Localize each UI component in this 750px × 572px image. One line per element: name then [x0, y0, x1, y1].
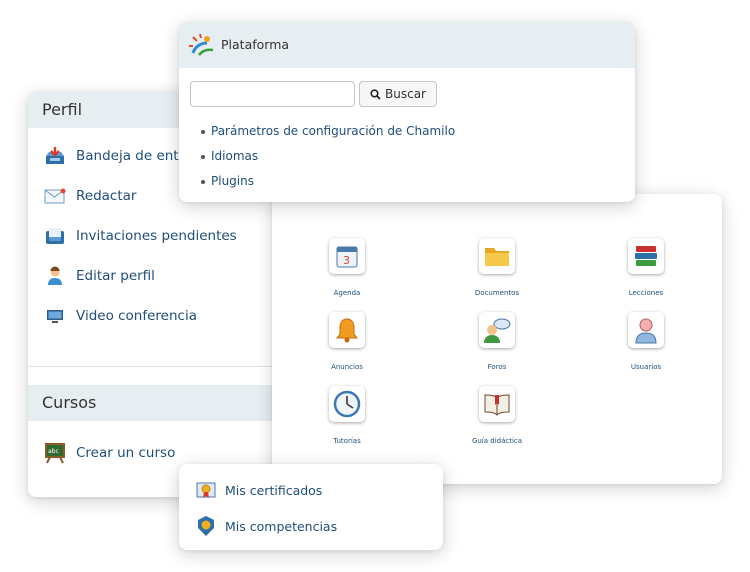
plataforma-links: Parámetros de configuración de Chamilo I…: [179, 119, 635, 194]
menu-item-edit-profile[interactable]: Editar perfil: [28, 256, 273, 296]
certificados-panel: Mis certificados Mis competencias: [179, 464, 443, 550]
menu-item-label: Redactar: [76, 188, 137, 204]
plataforma-title: Plataforma: [221, 37, 290, 52]
certificate-icon: [195, 479, 217, 501]
search-button-label: Buscar: [385, 87, 426, 101]
search-icon: [370, 88, 381, 100]
badge-icon: [195, 515, 217, 537]
svg-text:abc: abc: [48, 448, 59, 455]
tool-documentos[interactable]: Documentos: [437, 238, 557, 297]
cursos-title: Cursos: [28, 385, 273, 421]
tool-guia-didactica[interactable]: Guía didáctica: [437, 386, 557, 445]
user-icon: [44, 265, 66, 287]
search-button[interactable]: Buscar: [359, 81, 437, 107]
tool-tutorias[interactable]: Tutorías: [287, 386, 407, 445]
course-tools-panel: 3 Agenda Documentos Lecciones Anuncios F…: [272, 194, 722, 484]
invitations-icon: [44, 225, 66, 247]
tool-agenda[interactable]: 3 Agenda: [287, 238, 407, 297]
menu-item-certificates[interactable]: Mis certificados: [179, 472, 443, 508]
forum-icon: [479, 312, 515, 348]
search-input[interactable]: [190, 81, 355, 107]
envelope-icon: [44, 185, 66, 207]
plataforma-panel: Plataforma Buscar Parámetros de configur…: [179, 22, 635, 202]
books-icon: [628, 238, 664, 274]
monitor-icon: [44, 305, 66, 327]
menu-item-competencies[interactable]: Mis competencias: [179, 508, 443, 544]
tool-foros[interactable]: Foros: [437, 312, 557, 371]
calendar-icon: 3: [329, 238, 365, 274]
menu-item-label: Invitaciones pendientes: [76, 228, 237, 244]
clock-icon: [329, 386, 365, 422]
menu-item-label: Mis certificados: [225, 482, 323, 498]
tool-usuarios[interactable]: Usuarios: [586, 312, 706, 371]
chamilo-logo-icon: [189, 33, 215, 57]
bell-icon: [329, 312, 365, 348]
menu-item-invitations[interactable]: Invitaciones pendientes: [28, 216, 273, 256]
book-icon: [479, 386, 515, 422]
menu-item-video-conference[interactable]: Video conferencia: [28, 296, 273, 336]
link-plugins[interactable]: Plugins: [201, 169, 635, 194]
menu-item-label: Crear un curso: [76, 445, 176, 461]
menu-item-label: Editar perfil: [76, 268, 155, 284]
tool-lecciones[interactable]: Lecciones: [586, 238, 706, 297]
folder-icon: [479, 238, 515, 274]
menu-item-label: Mis competencias: [225, 518, 338, 534]
menu-item-label: Video conferencia: [76, 308, 197, 324]
plataforma-header: Plataforma: [179, 22, 635, 68]
users-icon: [628, 312, 664, 348]
chalkboard-icon: abc: [44, 442, 66, 464]
link-idiomas[interactable]: Idiomas: [201, 144, 635, 169]
inbox-icon: [44, 145, 66, 167]
svg-text:3: 3: [343, 254, 350, 267]
divider: [28, 366, 273, 367]
link-configuracion[interactable]: Parámetros de configuración de Chamilo: [201, 119, 635, 144]
tool-anuncios[interactable]: Anuncios: [287, 312, 407, 371]
